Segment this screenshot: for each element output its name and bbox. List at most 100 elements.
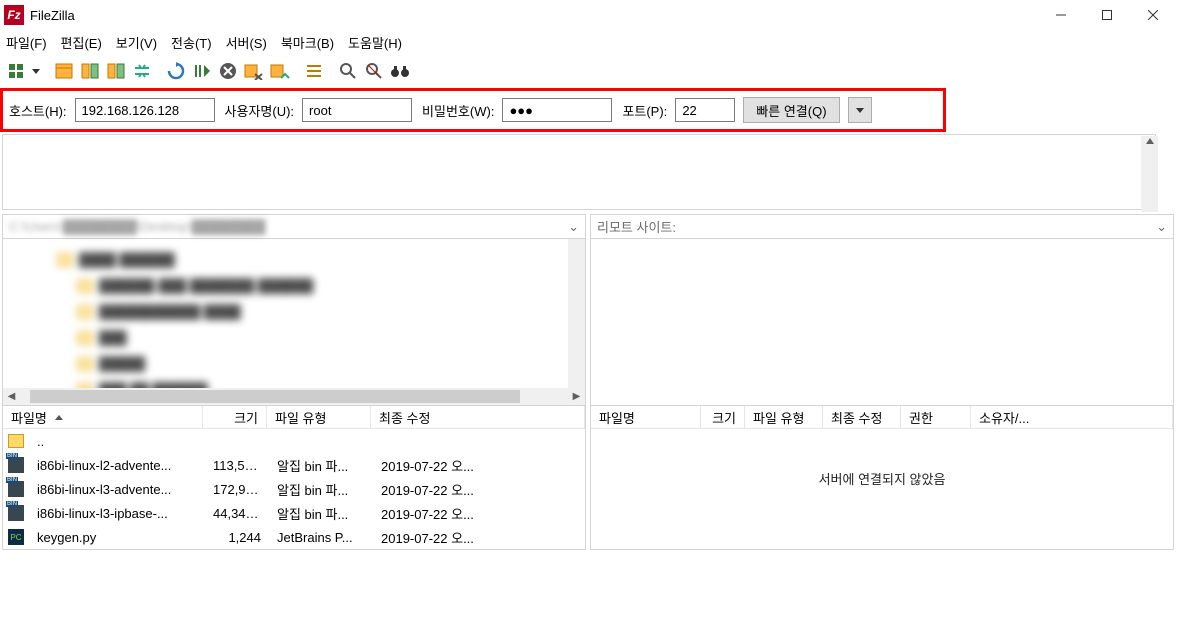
close-button[interactable] [1130, 0, 1176, 30]
local-file-list[interactable]: .. i86bi-linux-l2-advente...113,535,...알… [3, 429, 585, 549]
menu-bookmarks[interactable]: 북마크(B) [281, 33, 334, 52]
compare-icon[interactable] [336, 59, 360, 83]
col-name[interactable]: 파일명 [591, 406, 701, 428]
quickconnect-button[interactable]: 빠른 연결(Q) [743, 97, 839, 123]
menu-help[interactable]: 도움말(H) [348, 33, 402, 52]
file-size: 113,535,... [205, 458, 269, 473]
window-title: FileZilla [30, 8, 1038, 23]
col-name[interactable]: 파일명 [3, 406, 203, 428]
menu-edit[interactable]: 편집(E) [61, 33, 102, 52]
bin-file-icon [8, 481, 24, 497]
python-file-icon: PC [8, 529, 24, 545]
file-name: keygen.py [29, 530, 205, 545]
toggle-queue-icon[interactable] [104, 59, 128, 83]
sitemanager-dropdown-icon[interactable] [30, 59, 42, 83]
file-size: 44,342,7... [205, 506, 269, 521]
file-name: .. [29, 434, 205, 449]
folder-up-icon [8, 434, 24, 448]
menubar: 파일(F) 편집(E) 보기(V) 전송(T) 서버(S) 북마크(B) 도움말… [0, 30, 1180, 54]
remote-site-label: 리모트 사이트: [597, 217, 676, 236]
local-site-combo[interactable]: C:\Users\████████\Desktop\████████ ⌄ [3, 215, 585, 239]
scroll-left-icon: ◀ [3, 391, 20, 402]
list-item[interactable]: .. [3, 429, 585, 453]
log-scrollbar[interactable] [1141, 136, 1158, 212]
scroll-right-icon: ▶ [568, 391, 585, 402]
menu-transfer[interactable]: 전송(T) [171, 33, 212, 52]
list-item[interactable]: i86bi-linux-l2-advente...113,535,...알집 b… [3, 453, 585, 477]
bin-file-icon [8, 505, 24, 521]
file-size: 172,982,... [205, 482, 269, 497]
chevron-down-icon: ⌄ [1156, 219, 1167, 235]
menu-file[interactable]: 파일(F) [6, 33, 47, 52]
col-size[interactable]: 크기 [701, 406, 745, 428]
cancel-icon[interactable] [216, 59, 240, 83]
file-name: i86bi-linux-l3-ipbase-... [29, 506, 205, 521]
bin-file-icon [8, 457, 24, 473]
sync-browse-icon[interactable] [130, 59, 154, 83]
file-size: 1,244 [205, 530, 269, 545]
quickconnect-bar: 호스트(H): 사용자명(U): 비밀번호(W): 포트(P): 빠른 연결(Q… [0, 88, 946, 132]
col-name-label: 파일명 [11, 408, 47, 427]
file-modified: 2019-07-22 오... [373, 480, 585, 499]
port-input[interactable] [675, 98, 735, 122]
app-icon: Fz [4, 5, 24, 25]
disconnect-icon[interactable] [242, 59, 266, 83]
host-label: 호스트(H): [9, 101, 67, 120]
pass-label: 비밀번호(W): [422, 101, 494, 120]
file-type: 알집 bin 파... [269, 456, 373, 475]
col-type[interactable]: 파일 유형 [267, 406, 371, 428]
file-name: i86bi-linux-l2-advente... [29, 458, 205, 473]
filter-toggle-icon[interactable] [302, 59, 326, 83]
file-type: 알집 bin 파... [269, 504, 373, 523]
list-item[interactable]: i86bi-linux-l3-advente...172,982,...알집 b… [3, 477, 585, 501]
file-modified: 2019-07-22 오... [373, 456, 585, 475]
menu-server[interactable]: 서버(S) [226, 33, 267, 52]
file-type: JetBrains P... [269, 530, 373, 545]
col-owner[interactable]: 소유자/... [971, 406, 1173, 428]
file-type: 알집 bin 파... [269, 480, 373, 499]
file-modified: 2019-07-22 오... [373, 504, 585, 523]
local-tree[interactable]: ████ ██████ ██████-███ ███████ ██████ ██… [3, 239, 585, 405]
user-label: 사용자명(U): [225, 101, 295, 120]
file-name: i86bi-linux-l3-advente... [29, 482, 205, 497]
reconnect-icon[interactable] [268, 59, 292, 83]
binoculars-icon[interactable] [388, 59, 412, 83]
local-pane: C:\Users\████████\Desktop\████████ ⌄ ███… [2, 214, 586, 550]
remote-not-connected-label: 서버에 연결되지 않았음 [591, 429, 1173, 528]
pass-input[interactable] [502, 98, 612, 122]
list-item[interactable]: PC keygen.py1,244JetBrains P...2019-07-22… [3, 525, 585, 549]
message-log[interactable] [2, 134, 1156, 210]
user-input[interactable] [302, 98, 412, 122]
maximize-button[interactable] [1084, 0, 1130, 30]
remote-list-header: 파일명 크기 파일 유형 최종 수정 권한 소유자/... [591, 405, 1173, 429]
toggle-remote-tree-icon[interactable] [78, 59, 102, 83]
scroll-up-icon [1145, 136, 1155, 146]
col-modified[interactable]: 최종 수정 [371, 406, 585, 428]
toolbar [0, 54, 1180, 86]
col-perm[interactable]: 권한 [901, 406, 971, 428]
search-icon[interactable] [362, 59, 386, 83]
port-label: 포트(P): [622, 101, 667, 120]
remote-tree[interactable] [591, 239, 1173, 405]
file-modified: 2019-07-22 오... [373, 528, 585, 547]
sitemanager-icon[interactable] [4, 59, 28, 83]
host-input[interactable] [75, 98, 215, 122]
minimize-button[interactable] [1038, 0, 1084, 30]
col-modified[interactable]: 최종 수정 [823, 406, 901, 428]
local-list-header: 파일명 크기 파일 유형 최종 수정 [3, 405, 585, 429]
sort-asc-icon [55, 415, 63, 420]
remote-site-combo[interactable]: 리모트 사이트: ⌄ [591, 215, 1173, 239]
process-queue-icon[interactable] [190, 59, 214, 83]
local-tree-hscroll[interactable]: ◀ ▶ [3, 388, 585, 405]
local-tree-vscroll[interactable] [568, 239, 585, 388]
titlebar: Fz FileZilla [0, 0, 1180, 30]
col-size[interactable]: 크기 [203, 406, 267, 428]
col-type[interactable]: 파일 유형 [745, 406, 823, 428]
menu-view[interactable]: 보기(V) [116, 33, 157, 52]
browse-panes: C:\Users\████████\Desktop\████████ ⌄ ███… [0, 212, 1180, 552]
list-item[interactable]: i86bi-linux-l3-ipbase-...44,342,7...알집 b… [3, 501, 585, 525]
toggle-local-tree-icon[interactable] [52, 59, 76, 83]
remote-pane: 리모트 사이트: ⌄ 파일명 크기 파일 유형 최종 수정 권한 소유자/...… [590, 214, 1174, 550]
refresh-icon[interactable] [164, 59, 188, 83]
quickconnect-history-dropdown[interactable] [848, 97, 872, 123]
